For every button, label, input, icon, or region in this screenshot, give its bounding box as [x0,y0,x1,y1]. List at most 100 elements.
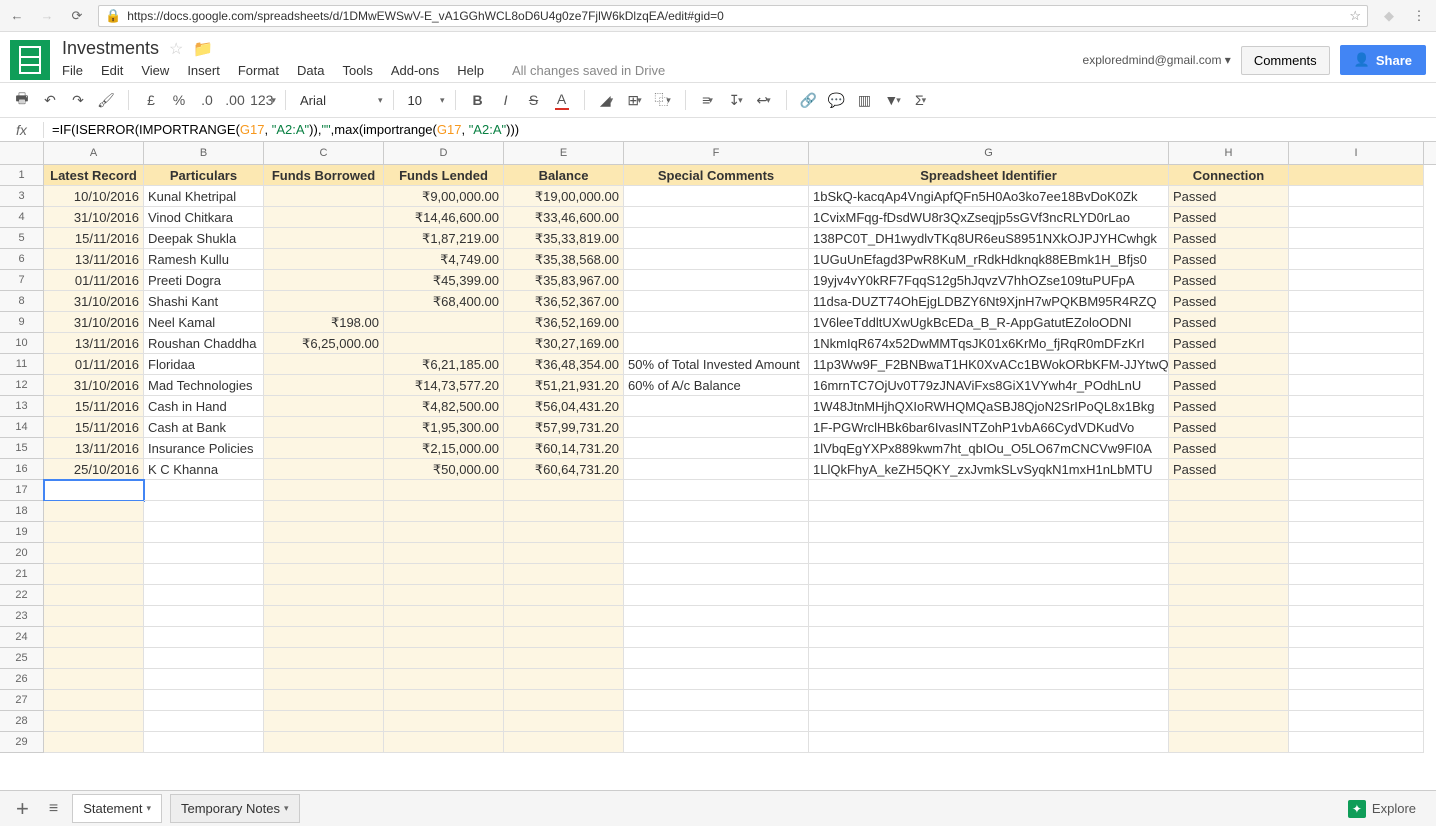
cell[interactable]: 15/11/2016 [44,228,144,249]
bold-icon[interactable]: B [466,88,490,112]
cell[interactable]: Passed [1169,354,1289,375]
cell[interactable]: ₹56,04,431.20 [504,396,624,417]
cell[interactable] [1169,732,1289,753]
cell[interactable] [1169,648,1289,669]
cell[interactable] [264,648,384,669]
cell[interactable] [384,312,504,333]
halign-icon[interactable]: ≡ ▾ [696,88,720,112]
row-header[interactable]: 10 [0,333,44,354]
row-header[interactable]: 21 [0,564,44,585]
cell[interactable] [809,522,1169,543]
cell[interactable] [264,270,384,291]
cell[interactable] [44,606,144,627]
cell[interactable]: ₹2,15,000.00 [384,438,504,459]
cell[interactable] [1289,585,1424,606]
cell[interactable]: Passed [1169,396,1289,417]
cell[interactable] [1169,501,1289,522]
text-color-icon[interactable]: A [550,88,574,112]
cell[interactable]: 1W48JtnMHjhQXIoRWHQMQaSBJ8QjoN2SrIPoQL8x… [809,396,1169,417]
cell[interactable]: 1LlQkFhyA_keZH5QKY_zxJvmkSLvSyqkN1mxH1nL… [809,459,1169,480]
cell[interactable] [384,690,504,711]
cell[interactable]: ₹4,749.00 [384,249,504,270]
cell[interactable]: 01/11/2016 [44,354,144,375]
valign-icon[interactable]: ↧ ▾ [724,88,748,112]
cell[interactable] [1289,732,1424,753]
grid-body[interactable]: 1Latest RecordParticularsFunds BorrowedF… [0,165,1436,790]
cell[interactable]: K C Khanna [144,459,264,480]
cell[interactable]: 1V6leeTddltUXwUgkBcEDa_B_R-AppGatutEZolo… [809,312,1169,333]
cell[interactable] [384,333,504,354]
header-cell[interactable]: Spreadsheet Identifier [809,165,1169,186]
cell[interactable] [624,522,809,543]
cell[interactable]: Roushan Chaddha [144,333,264,354]
cell[interactable] [144,627,264,648]
cell[interactable] [1289,333,1424,354]
cell[interactable] [1169,480,1289,501]
print-icon[interactable]: 🖶 [10,88,34,112]
cell[interactable]: ₹33,46,600.00 [504,207,624,228]
cell[interactable] [1169,669,1289,690]
cell[interactable] [809,648,1169,669]
cell[interactable] [1289,606,1424,627]
col-header-c[interactable]: C [264,142,384,164]
cell[interactable]: 50% of Total Invested Amount [624,354,809,375]
cell[interactable]: Mad Technologies [144,375,264,396]
cell[interactable] [809,732,1169,753]
row-header[interactable]: 22 [0,585,44,606]
cell[interactable] [624,438,809,459]
decimal-inc-icon[interactable]: .00 [223,88,247,112]
cell[interactable] [1289,186,1424,207]
cell[interactable] [1289,354,1424,375]
functions-icon[interactable]: Σ ▾ [909,88,933,112]
cell[interactable] [1289,270,1424,291]
cell[interactable]: 15/11/2016 [44,417,144,438]
cell[interactable] [264,480,384,501]
cell[interactable]: ₹51,21,931.20 [504,375,624,396]
cell[interactable] [624,606,809,627]
header-cell[interactable] [1289,165,1424,186]
cell[interactable]: 11dsa-DUZT74OhEjgLDBZY6Nt9XjnH7wPQKBM95R… [809,291,1169,312]
cell[interactable]: 1CvixMFqg-fDsdWU8r3QxZseqjp5sGVf3ncRLYD0… [809,207,1169,228]
row-header[interactable]: 26 [0,669,44,690]
cell[interactable] [384,606,504,627]
cell[interactable]: ₹36,48,354.00 [504,354,624,375]
cell[interactable] [1289,543,1424,564]
row-header[interactable]: 13 [0,396,44,417]
row-header[interactable]: 7 [0,270,44,291]
cell[interactable] [1289,228,1424,249]
cell[interactable]: Floridaa [144,354,264,375]
cell[interactable] [384,501,504,522]
cell[interactable] [44,543,144,564]
header-cell[interactable]: Balance [504,165,624,186]
cell[interactable] [1169,606,1289,627]
cell[interactable] [624,669,809,690]
cell[interactable]: Passed [1169,249,1289,270]
cell[interactable] [624,585,809,606]
cell[interactable] [264,669,384,690]
cell[interactable]: 19yjv4vY0kRF7FqqS12g5hJqvzV7hhOZse109tuP… [809,270,1169,291]
cell[interactable] [1289,564,1424,585]
merge-icon[interactable]: ⿻ ▾ [651,88,675,112]
cell[interactable] [264,291,384,312]
cell[interactable] [144,480,264,501]
cell[interactable] [264,417,384,438]
cell[interactable] [384,543,504,564]
cell[interactable]: Passed [1169,270,1289,291]
all-sheets-button[interactable]: ≡ [43,800,64,818]
cell[interactable]: Passed [1169,186,1289,207]
chart-icon[interactable]: ▥ [853,88,877,112]
cell[interactable]: ₹4,82,500.00 [384,396,504,417]
cell[interactable] [1289,480,1424,501]
cell[interactable] [624,417,809,438]
cell[interactable] [264,438,384,459]
undo-icon[interactable]: ↶ [38,88,62,112]
cell[interactable]: 13/11/2016 [44,249,144,270]
cell[interactable]: 1NkmIqR674x52DwMMTqsJK01x6KrMo_fjRqR0mDF… [809,333,1169,354]
cell[interactable]: Ramesh Kullu [144,249,264,270]
cell[interactable]: 11p3Ww9F_F2BNBwaT1HK0XvACc1BWokORbKFM-JJ… [809,354,1169,375]
cell[interactable] [144,732,264,753]
cell[interactable] [264,186,384,207]
row-header[interactable]: 17 [0,480,44,501]
cell[interactable]: Cash in Hand [144,396,264,417]
cell[interactable] [1289,207,1424,228]
